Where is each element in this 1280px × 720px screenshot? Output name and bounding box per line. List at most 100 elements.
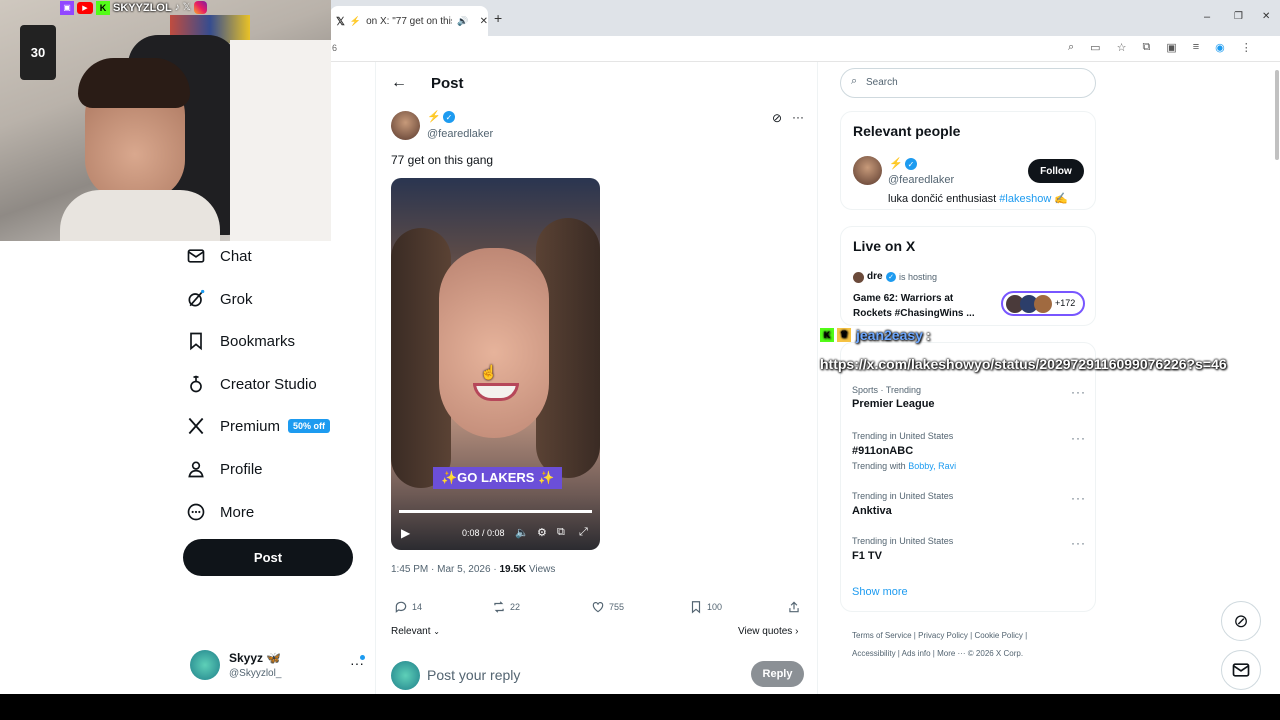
footer-link[interactable]: Privacy Policy [918,631,968,640]
footer-links: Terms of Service | Privacy Policy | Cook… [852,631,1028,658]
nav-item-more[interactable]: More [186,502,254,522]
trend-item[interactable]: Trending in United States #911onABC Tren… [852,431,1087,471]
grok-icon[interactable]: ⊘ [772,111,782,125]
reply-input[interactable]: Post your reply [427,667,520,683]
host-name[interactable]: dre [867,271,883,282]
repost-count: 22 [510,602,521,612]
tab-close-icon[interactable]: ✕ [480,16,488,27]
chat-overlay: K ♛ jean2easy : https://x.com/lakeshowyo… [820,326,1280,396]
zoom-icon[interactable]: ⌕ [1068,41,1074,54]
nav-label: Profile [220,460,263,478]
relevant-people-heading: Relevant people [853,123,961,139]
person-bio: luka dončić enthusiast #lakeshow ✍️ [888,192,1068,205]
person-name[interactable]: ⚡ [889,157,903,170]
video-time: 0:08 / 0:08 [462,528,505,538]
repost-action[interactable]: 22 [492,600,520,614]
new-tab-button[interactable]: + [494,10,502,26]
account-name: Skyyz 🦋 [229,651,282,665]
trend-item[interactable]: Trending in United States F1 TV ··· [852,536,1087,562]
trend-more-icon[interactable]: ··· [1071,536,1086,550]
trend-item[interactable]: Trending in United States Anktiva ··· [852,491,1087,517]
show-more-link[interactable]: Show more [852,586,908,598]
tweet-date[interactable]: Mar 5, 2026 [437,564,490,575]
notification-dot [360,655,365,660]
search-input[interactable]: Search [866,77,898,88]
view-quotes-link[interactable]: View quotes › [738,626,798,637]
person-avatar[interactable] [853,156,882,185]
restore-button[interactable]: ❐ [1234,11,1243,22]
bookmark-icon [691,601,701,614]
envelope-icon [187,249,205,263]
footer-link[interactable]: Ads info [902,649,931,658]
volume-icon[interactable]: 🔈 [515,526,529,539]
footer-link[interactable]: Terms of Service [852,631,912,640]
tweet-more-icon[interactable]: ··· [792,110,804,124]
search-box[interactable]: ⌕ Search [840,68,1096,98]
trend-more-icon[interactable]: ··· [1071,491,1086,505]
listeners-pill[interactable]: +172 [1001,291,1085,316]
close-window-button[interactable]: ✕ [1262,11,1270,22]
bio-emoji: ✍️ [1054,193,1069,205]
play-icon[interactable]: ▶ [401,526,410,540]
nav-item-grok[interactable]: Grok [186,289,253,309]
author-handle[interactable]: @fearedlaker [427,128,493,140]
trend-more-icon[interactable]: ··· [1071,431,1086,445]
trend-name: F1 TV [852,550,882,562]
nav-item-premium[interactable]: Premium 50% off [186,416,331,436]
account-switcher[interactable]: Skyyz 🦋 @Skyyzlol_ ··· [190,649,370,683]
menu-icon[interactable]: ⋮ [1241,41,1252,54]
pip-icon[interactable]: ⧉ [557,526,565,539]
post-button[interactable]: Post [183,539,353,576]
bookmark-count: 100 [707,602,723,612]
media-icon[interactable]: ≡ [1193,41,1199,54]
browser-tab[interactable]: 𝕏 ⚡ on X: "77 get on this gang 🔊 ✕ [330,6,488,36]
profile-icon[interactable]: ◉ [1215,41,1225,54]
heart-icon [592,602,604,613]
like-count: 755 [609,602,625,612]
person-handle[interactable]: @fearedlaker [888,174,954,186]
reply-action[interactable]: 14 [394,600,422,614]
copyright: © 2026 X Corp. [967,649,1024,658]
author-avatar[interactable] [391,111,420,140]
cast-icon[interactable]: ▭ [1090,41,1100,54]
minimize-button[interactable]: – [1204,11,1210,23]
audio-icon[interactable]: 🔊 [457,16,468,27]
star-icon[interactable]: ☆ [1117,41,1127,54]
settings-icon[interactable]: ⚙ [537,526,547,539]
messages-float-button[interactable] [1221,650,1261,690]
nav-item-profile[interactable]: Profile [186,459,263,479]
extensions-icon[interactable]: ⧉ [1142,41,1150,54]
reply-button[interactable]: Reply [751,661,804,687]
nav-item-bookmarks[interactable]: Bookmarks [186,331,295,351]
footer-link[interactable]: Cookie Policy [974,631,1022,640]
nav-label: More [220,503,255,521]
verified-badge-icon: ✓ [443,111,455,123]
live-title[interactable]: Game 62: Warriors at Rockets #ChasingWin… [853,291,993,321]
nav-item-creator-studio[interactable]: Creator Studio [186,374,317,394]
youtube-icon: ▶ [77,1,93,14]
relevant-dropdown[interactable]: Relevant ⌄ [391,626,440,637]
author-name[interactable]: ⚡ [427,110,441,123]
trend-sub-names[interactable]: Bobby, Ravi [908,461,956,471]
back-arrow-icon[interactable]: ← [391,74,407,92]
nav-label: Chat [220,247,252,265]
grok-icon [188,289,205,307]
tweet-time[interactable]: 1:45 PM [391,564,428,575]
more-circle-icon [187,503,205,521]
nav-item-chat[interactable]: Chat [186,246,252,266]
trend-label: Trending in United States [852,536,954,546]
grok-icon: ⊘ [1233,610,1249,631]
grok-float-button[interactable]: ⊘ [1221,601,1261,641]
footer-link[interactable]: More ··· [937,649,965,658]
scrollbar[interactable] [1275,70,1279,160]
tab-title: on X: "77 get on this gang [366,15,452,27]
bookmark-action[interactable]: 100 [689,600,722,614]
bio-hashtag[interactable]: #lakeshow [999,193,1051,205]
share-action[interactable] [787,600,801,614]
fullscreen-icon[interactable]: ⤢ [579,526,588,539]
sidepanel-icon[interactable]: ▣ [1166,41,1176,54]
follow-button[interactable]: Follow [1028,159,1084,183]
footer-link[interactable]: Accessibility [852,649,896,658]
like-action[interactable]: 755 [591,600,624,614]
video-progress-track[interactable] [399,510,592,513]
